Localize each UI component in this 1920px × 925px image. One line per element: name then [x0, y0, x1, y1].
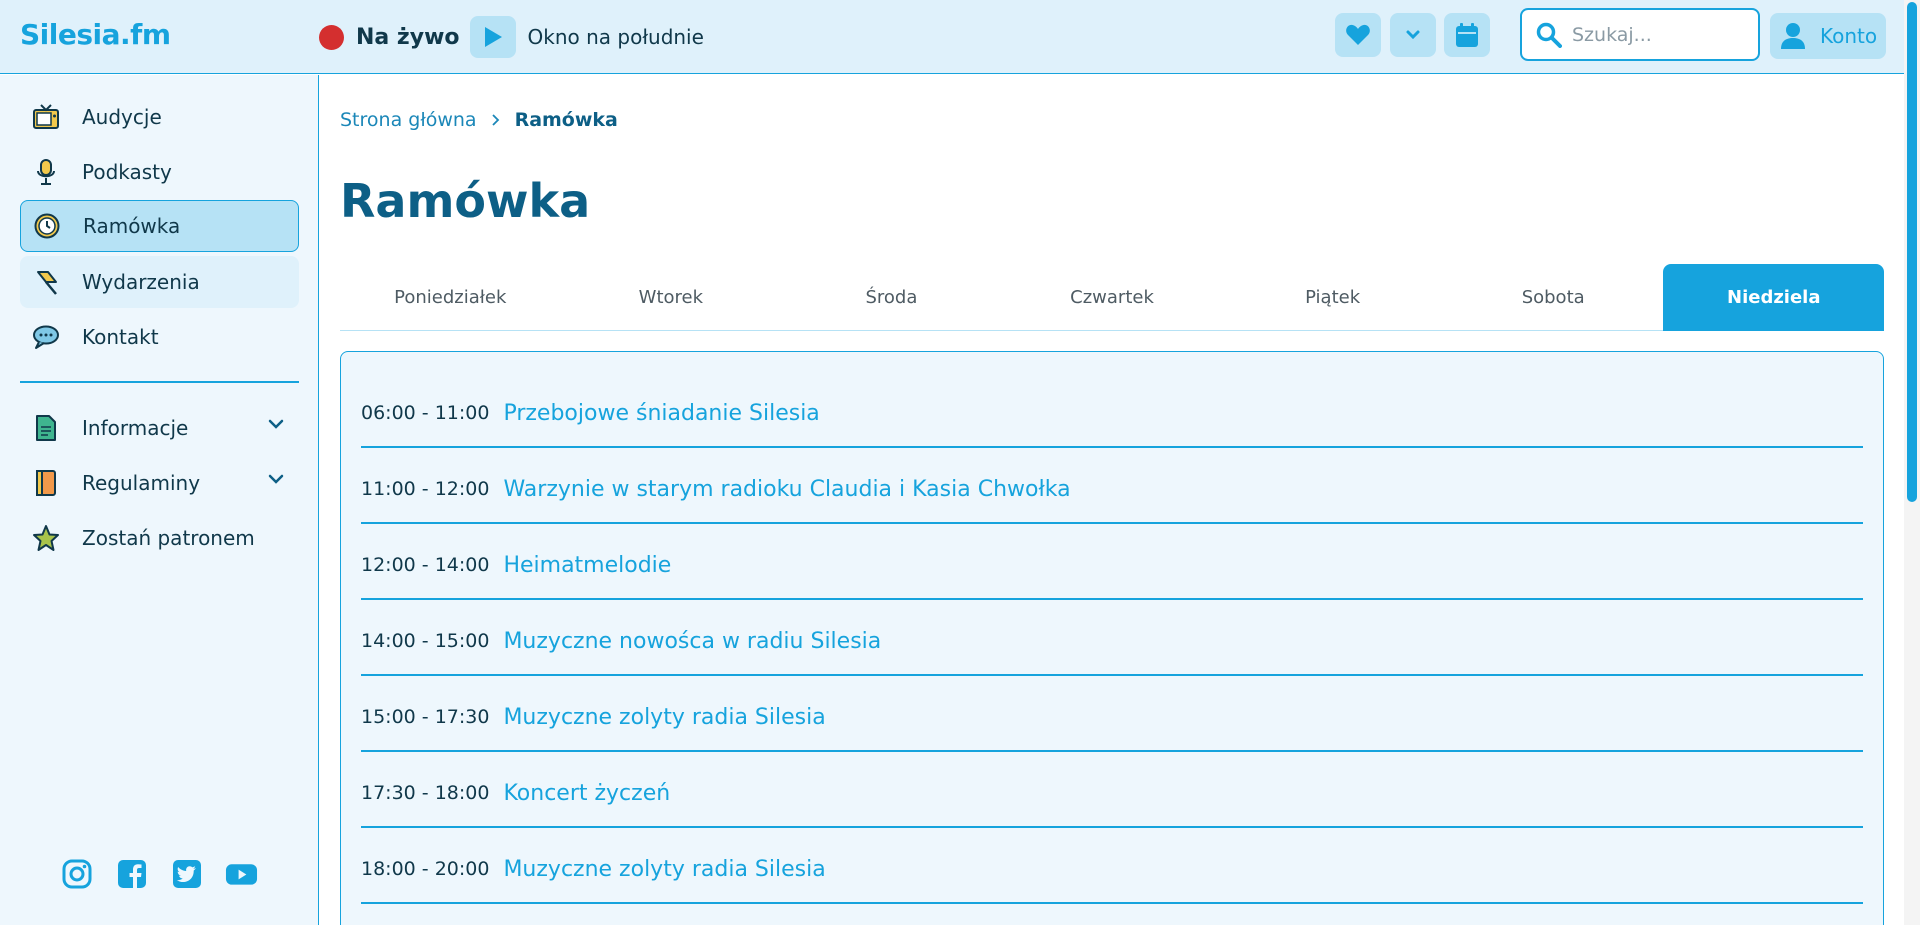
- schedule-show-link[interactable]: Muzyczne nowośca w radiu Silesia: [503, 629, 881, 654]
- schedule-time: 18:00 - 20:00: [361, 858, 490, 880]
- dropdown-button[interactable]: [1390, 13, 1436, 57]
- page-scrollbar[interactable]: [1904, 0, 1920, 925]
- schedule-row: 18:00 - 20:00 Muzyczne zolyty radia Sile…: [361, 828, 1863, 904]
- schedule-show-link[interactable]: Przebojowe śniadanie Silesia: [503, 401, 819, 426]
- favorites-button[interactable]: [1335, 13, 1381, 57]
- facebook-icon[interactable]: [115, 857, 148, 890]
- schedule-time: 06:00 - 11:00: [361, 402, 490, 424]
- schedule-show-link[interactable]: Muzyczne zolyty radia Silesia: [503, 857, 825, 882]
- sidebar-item-wydarzenia[interactable]: Wydarzenia: [20, 256, 299, 308]
- twitter-icon[interactable]: [170, 857, 203, 890]
- chevron-down-icon: [1406, 30, 1420, 40]
- search-input[interactable]: [1572, 23, 1752, 46]
- pin-icon: [32, 268, 60, 296]
- tv-icon: [32, 103, 60, 131]
- play-button[interactable]: [469, 16, 516, 58]
- microphone-icon: [32, 158, 60, 186]
- sidebar: Audycje Podkasty Ramówka Wydarzenia Kont…: [0, 75, 319, 925]
- breadcrumb-home-link[interactable]: Strona główna: [340, 109, 477, 131]
- main-content: Strona główna Ramówka Ramówka Poniedział…: [320, 75, 1904, 925]
- chevron-down-icon: [268, 419, 284, 429]
- star-icon: [32, 524, 60, 552]
- site-logo[interactable]: Silesia.fm: [20, 18, 171, 51]
- schedule-row: 06:00 - 11:00 Przebojowe śniadanie Siles…: [361, 372, 1863, 448]
- search-box[interactable]: [1520, 8, 1760, 61]
- sidebar-section-regulaminy[interactable]: Regulaminy: [20, 457, 299, 509]
- schedule-show-link[interactable]: Muzyczne zolyty radia Silesia: [503, 705, 825, 730]
- schedule-show-link[interactable]: Koncert życzeń: [503, 781, 670, 806]
- schedule-time: 14:00 - 15:00: [361, 630, 490, 652]
- calendar-button[interactable]: [1444, 13, 1490, 57]
- chevron-right-icon: [491, 113, 501, 127]
- sidebar-item-label: Podkasty: [82, 160, 172, 184]
- sidebar-item-label: Zostań patronem: [82, 526, 255, 550]
- search-icon: [1536, 22, 1562, 48]
- schedule-row: 12:00 - 14:00 Heimatmelodie: [361, 524, 1863, 600]
- sidebar-item-kontakt[interactable]: Kontakt: [20, 311, 299, 363]
- page-title: Ramówka: [340, 174, 591, 228]
- sidebar-section-label: Informacje: [82, 416, 189, 440]
- tab-piatek[interactable]: Piątek: [1222, 264, 1443, 331]
- youtube-icon[interactable]: [225, 857, 258, 890]
- book-icon: [32, 469, 60, 497]
- document-icon: [32, 414, 60, 442]
- calendar-icon: [1456, 23, 1478, 47]
- sidebar-section-informacje[interactable]: Informacje: [20, 402, 299, 454]
- schedule-row: 14:00 - 15:00 Muzyczne nowośca w radiu S…: [361, 600, 1863, 676]
- breadcrumb-current: Ramówka: [514, 109, 618, 131]
- social-links: [60, 857, 258, 890]
- sidebar-item-label: Wydarzenia: [82, 270, 200, 294]
- tab-niedziela[interactable]: Niedziela: [1663, 264, 1885, 331]
- play-icon: [484, 27, 502, 47]
- sidebar-item-label: Ramówka: [83, 214, 181, 238]
- scrollbar-thumb[interactable]: [1907, 2, 1917, 502]
- speech-bubble-icon: [32, 323, 60, 351]
- breadcrumb: Strona główna Ramówka: [340, 109, 618, 131]
- sidebar-divider: [20, 381, 299, 383]
- clock-icon: [33, 212, 61, 240]
- live-label: Na żywo: [356, 24, 460, 50]
- schedule-show-link[interactable]: Warzynie w starym radioku Claudia i Kasi…: [503, 477, 1070, 502]
- day-tabs: Poniedziałek Wtorek Środa Czwartek Piąte…: [340, 264, 1885, 331]
- sidebar-item-label: Audycje: [82, 105, 162, 129]
- sidebar-section-label: Regulaminy: [82, 471, 201, 495]
- tab-sroda[interactable]: Środa: [781, 264, 1002, 331]
- sidebar-item-label: Kontakt: [82, 325, 159, 349]
- schedule-time: 12:00 - 14:00: [361, 554, 490, 576]
- schedule-row: 15:00 - 17:30 Muzyczne zolyty radia Sile…: [361, 676, 1863, 752]
- top-bar: Silesia.fm Na żywo Okno na południe Kont…: [0, 0, 1904, 74]
- schedule-time: 17:30 - 18:00: [361, 782, 490, 804]
- user-icon: [1781, 23, 1805, 49]
- schedule-time: 11:00 - 12:00: [361, 478, 490, 500]
- account-label: Konto: [1820, 24, 1878, 48]
- chevron-down-icon: [268, 474, 284, 484]
- schedule-time: 15:00 - 17:30: [361, 706, 490, 728]
- tab-czwartek[interactable]: Czwartek: [1002, 264, 1223, 331]
- live-player: Na żywo Okno na południe: [319, 16, 704, 58]
- schedule-show-link[interactable]: Heimatmelodie: [503, 553, 671, 578]
- account-button[interactable]: Konto: [1770, 13, 1886, 59]
- sidebar-item-podkasty[interactable]: Podkasty: [20, 146, 299, 198]
- schedule-list: 06:00 - 11:00 Przebojowe śniadanie Siles…: [340, 351, 1884, 925]
- now-playing-title: Okno na południe: [527, 25, 704, 49]
- sidebar-item-audycje[interactable]: Audycje: [20, 91, 299, 143]
- sidebar-item-zostan-patronem[interactable]: Zostań patronem: [20, 512, 299, 564]
- schedule-row: 17:30 - 18:00 Koncert życzeń: [361, 752, 1863, 828]
- instagram-icon[interactable]: [60, 857, 93, 890]
- tab-poniedzialek[interactable]: Poniedziałek: [340, 264, 561, 331]
- tab-sobota[interactable]: Sobota: [1443, 264, 1664, 331]
- live-indicator-icon: [319, 24, 344, 50]
- sidebar-item-ramowka[interactable]: Ramówka: [20, 200, 299, 252]
- heart-icon: [1346, 24, 1370, 45]
- schedule-row: 11:00 - 12:00 Warzynie w starym radioku …: [361, 448, 1863, 524]
- tab-wtorek[interactable]: Wtorek: [561, 264, 782, 331]
